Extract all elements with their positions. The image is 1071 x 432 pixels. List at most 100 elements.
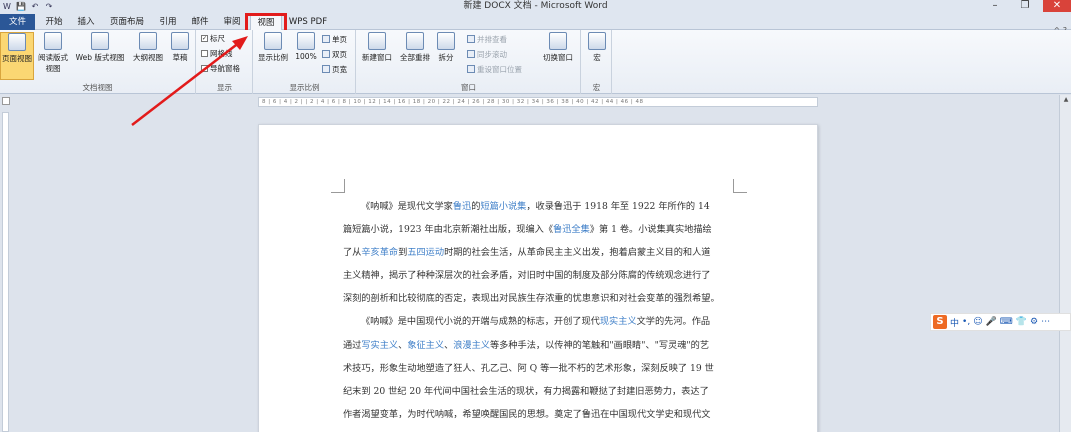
reset-position-icon — [467, 65, 475, 73]
group-document-views: 页面视图 阅读版式视图 Web 版式视图 大纲视图 草稿 文档视图 — [0, 30, 196, 94]
hyperlink[interactable]: 现实主义 — [600, 316, 637, 327]
text-run: 时期的社会生活，从革命民主主义出发，抱着启蒙主义目的和人道 — [444, 247, 711, 259]
document-body-text[interactable]: 《呐喊》是现代文学家鲁迅的短篇小说集，收录鲁迅于 1918 年至 1922 年所… — [343, 195, 739, 432]
sync-scroll-icon — [467, 50, 475, 58]
two-pages-button[interactable]: 双页 — [322, 49, 347, 59]
text-run: 了从 — [343, 247, 362, 259]
view-side-by-side-button[interactable]: 并排查看 — [467, 34, 507, 44]
checkbox-icon: ✓ — [201, 34, 208, 42]
zoom-100-button[interactable]: 100% — [292, 32, 320, 61]
more-icon[interactable]: ⋯ — [1041, 317, 1050, 327]
keyboard-icon[interactable]: ⌨ — [1000, 317, 1013, 327]
hyperlink[interactable]: 象征主义 — [407, 340, 444, 351]
group-show: ✓ 标尺 网格线 导航窗格 显示 — [197, 30, 253, 94]
new-window-button[interactable]: 新建窗口 — [359, 32, 395, 63]
sync-scrolling-button[interactable]: 同步滚动 — [467, 49, 507, 59]
sogou-logo-icon[interactable]: S — [933, 315, 947, 329]
text-run: 主义精神，揭示了种种深层次的社会矛盾，对旧时中国的制度及部分陈腐的传统观念进行了 — [343, 270, 711, 282]
document-line: 通过写实主义、象征主义、浪漫主义等多种手法，以传神的笔触和"画眼睛"、"写灵魂"… — [343, 334, 739, 357]
arrange-all-icon — [406, 32, 424, 50]
zoom-button[interactable]: 显示比例 — [256, 32, 290, 63]
tab-selector[interactable] — [2, 97, 10, 105]
scroll-up-icon[interactable]: ▲ — [1060, 95, 1071, 105]
tab-page-layout[interactable]: 页面布局 — [104, 14, 150, 30]
draft-button[interactable]: 草稿 — [168, 32, 192, 63]
gridlines-checkbox[interactable]: 网格线 — [201, 48, 233, 58]
hyperlink[interactable]: 鲁迅 — [453, 201, 471, 212]
emoji-icon[interactable]: ☺ — [973, 317, 982, 327]
navigation-pane-checkbox[interactable]: 导航窗格 — [201, 63, 240, 73]
text-run: 文学的先河。作品 — [636, 316, 711, 328]
tab-insert[interactable]: 插入 — [72, 14, 100, 30]
tab-file[interactable]: 文件 — [0, 14, 35, 30]
close-button[interactable]: ✕ — [1043, 0, 1071, 12]
group-label-zoom: 显示比例 — [289, 83, 320, 92]
print-layout-button[interactable]: 页面视图 — [0, 32, 34, 80]
text-run: 术技巧，形象生动地塑造了狂人、孔乙己、阿 Q 等一批不朽的艺术形象，深刻反映了 … — [343, 362, 714, 374]
vertical-ruler[interactable] — [2, 112, 9, 432]
document-line: 《呐喊》是现代文学家鲁迅的短篇小说集，收录鲁迅于 1918 年至 1922 年所… — [343, 195, 739, 218]
group-label-window: 窗口 — [461, 83, 476, 92]
hyperlink[interactable]: 写实主义 — [361, 340, 398, 351]
tab-wps-pdf[interactable]: WPS PDF — [286, 14, 330, 30]
outline-button[interactable]: 大纲视图 — [130, 32, 166, 63]
punctuation-icon[interactable]: •, — [962, 317, 970, 327]
ruler-area: 8 | 6 | 4 | 2 | | 2 | 4 | 6 | 8 | 10 | 1… — [0, 95, 1071, 109]
globe-icon — [91, 32, 109, 50]
tab-mailings[interactable]: 邮件 — [186, 14, 214, 30]
text-run: 通过 — [343, 339, 362, 351]
split-button[interactable]: 拆分 — [435, 32, 457, 63]
switch-windows-button[interactable]: 切换窗口 — [539, 32, 577, 63]
arrange-all-button[interactable]: 全部重排 — [397, 32, 433, 63]
document-line: 纪末到 20 世纪 20 年代间中国社会生活的现状，有力揭露和鞭挞了封建旧恶势力… — [343, 380, 739, 403]
text-run: 到 — [398, 247, 408, 259]
document-line: 主义精神，揭示了种种深层次的社会矛盾，对旧时中国的制度及部分陈腐的传统观念进行了 — [343, 264, 739, 287]
hyperlink[interactable]: 鲁迅全集 — [553, 224, 590, 235]
minimize-button[interactable]: – — [980, 0, 1010, 12]
group-window: 新建窗口 全部重排 拆分 并排查看 同步滚动 重设窗口位置 切换窗口 窗口 — [357, 30, 581, 94]
group-zoom: 显示比例 100% 单页 双页 页宽 显示比例 — [254, 30, 356, 94]
document-page[interactable]: 《呐喊》是现代文学家鲁迅的短篇小说集，收录鲁迅于 1918 年至 1922 年所… — [258, 124, 818, 432]
horizontal-ruler[interactable]: 8 | 6 | 4 | 2 | | 2 | 4 | 6 | 8 | 10 | 1… — [258, 97, 818, 107]
text-run: 作者渴望变革，为时代呐喊，希望唤醒国民的思想。奠定了鲁迅在中国现代文学史和现代文 — [343, 408, 711, 420]
document-line: 了从辛亥革命到五四运动时期的社会生活，从革命民主主义出发，抱着启蒙主义目的和人道 — [343, 241, 739, 264]
hyperlink[interactable]: 五四运动 — [407, 247, 444, 258]
chinese-mode-icon[interactable]: 中 — [950, 316, 959, 329]
window-title: 新建 DOCX 文档 - Microsoft Word — [463, 1, 608, 11]
group-label-show: 显示 — [217, 83, 232, 92]
web-layout-button[interactable]: Web 版式视图 — [72, 32, 128, 63]
tab-home[interactable]: 开始 — [40, 14, 68, 30]
ime-toolbar[interactable]: S 中 •, ☺ 🎤 ⌨ 👕 ⚙ ⋯ — [930, 313, 1071, 331]
group-macros: 宏 宏 — [582, 30, 612, 94]
vertical-scrollbar[interactable]: ▲ — [1059, 95, 1071, 432]
tab-review[interactable]: 审阅 — [218, 14, 246, 30]
hyperlink[interactable]: 辛亥革命 — [361, 247, 398, 258]
macros-button[interactable]: 宏 — [586, 32, 608, 63]
text-run: 深刻的剖析和比较彻底的否定，表现出对民族生存浓重的忧患意识和对社会变革的强烈希望… — [343, 293, 720, 305]
reset-window-position-button[interactable]: 重设窗口位置 — [467, 64, 522, 74]
margin-corner-mark — [331, 179, 345, 193]
text-run: 《呐喊》是中国现代小说的开端与成熟的标志，开创了现代 — [361, 316, 600, 328]
ruler-checkbox[interactable]: ✓ 标尺 — [201, 33, 225, 43]
restore-button[interactable]: ❐ — [1010, 0, 1040, 12]
microphone-icon[interactable]: 🎤 — [986, 317, 997, 327]
text-run: 、 — [398, 339, 408, 351]
text-run: 《呐喊》是现代文学家 — [361, 201, 453, 212]
settings-icon[interactable]: ⚙ — [1030, 317, 1038, 327]
tab-references[interactable]: 引用 — [154, 14, 182, 30]
one-page-button[interactable]: 单页 — [322, 34, 347, 44]
skin-icon[interactable]: 👕 — [1016, 317, 1027, 327]
ribbon-tab-row: 文件 开始 插入 页面布局 引用 邮件 审阅 视图 WPS PDF ^ ? — [0, 12, 1071, 35]
two-pages-icon — [322, 50, 330, 58]
text-run: 》第 1 卷。小说集真实地描绘 — [589, 224, 712, 236]
reading-layout-button[interactable]: 阅读版式视图 — [36, 32, 70, 74]
side-by-side-icon — [467, 35, 475, 43]
outline-icon — [139, 32, 157, 50]
checkbox-icon — [201, 64, 208, 72]
text-run: ，收录鲁迅于 1918 年至 1922 年所作的 14 — [526, 201, 710, 212]
checkbox-icon — [201, 49, 208, 57]
hyperlink[interactable]: 浪漫主义 — [453, 340, 490, 351]
page-width-button[interactable]: 页宽 — [322, 64, 347, 74]
hyperlink[interactable]: 短篇小说集 — [480, 201, 526, 212]
page-100-icon — [297, 32, 315, 50]
